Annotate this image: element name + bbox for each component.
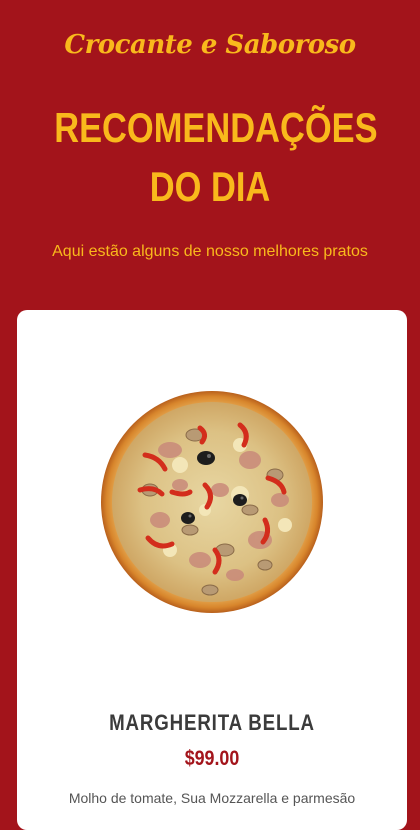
- dish-card[interactable]: MARGHERITA BELLA $99.00 Molho de tomate,…: [17, 310, 407, 830]
- dish-price: $99.00: [184, 747, 240, 770]
- dish-name: MARGHERITA BELLA: [109, 710, 315, 735]
- dish-description: Molho de tomate, Sua Mozzarella e parmes…: [68, 790, 356, 806]
- page-title: RECOMENDAÇÕES DO DIA: [54, 104, 378, 210]
- page-subtitle: Aqui estão alguns de nosso melhores prat…: [52, 243, 368, 260]
- pizza-image: [100, 390, 324, 614]
- brand-tagline: Crocante e Saboroso: [64, 30, 356, 60]
